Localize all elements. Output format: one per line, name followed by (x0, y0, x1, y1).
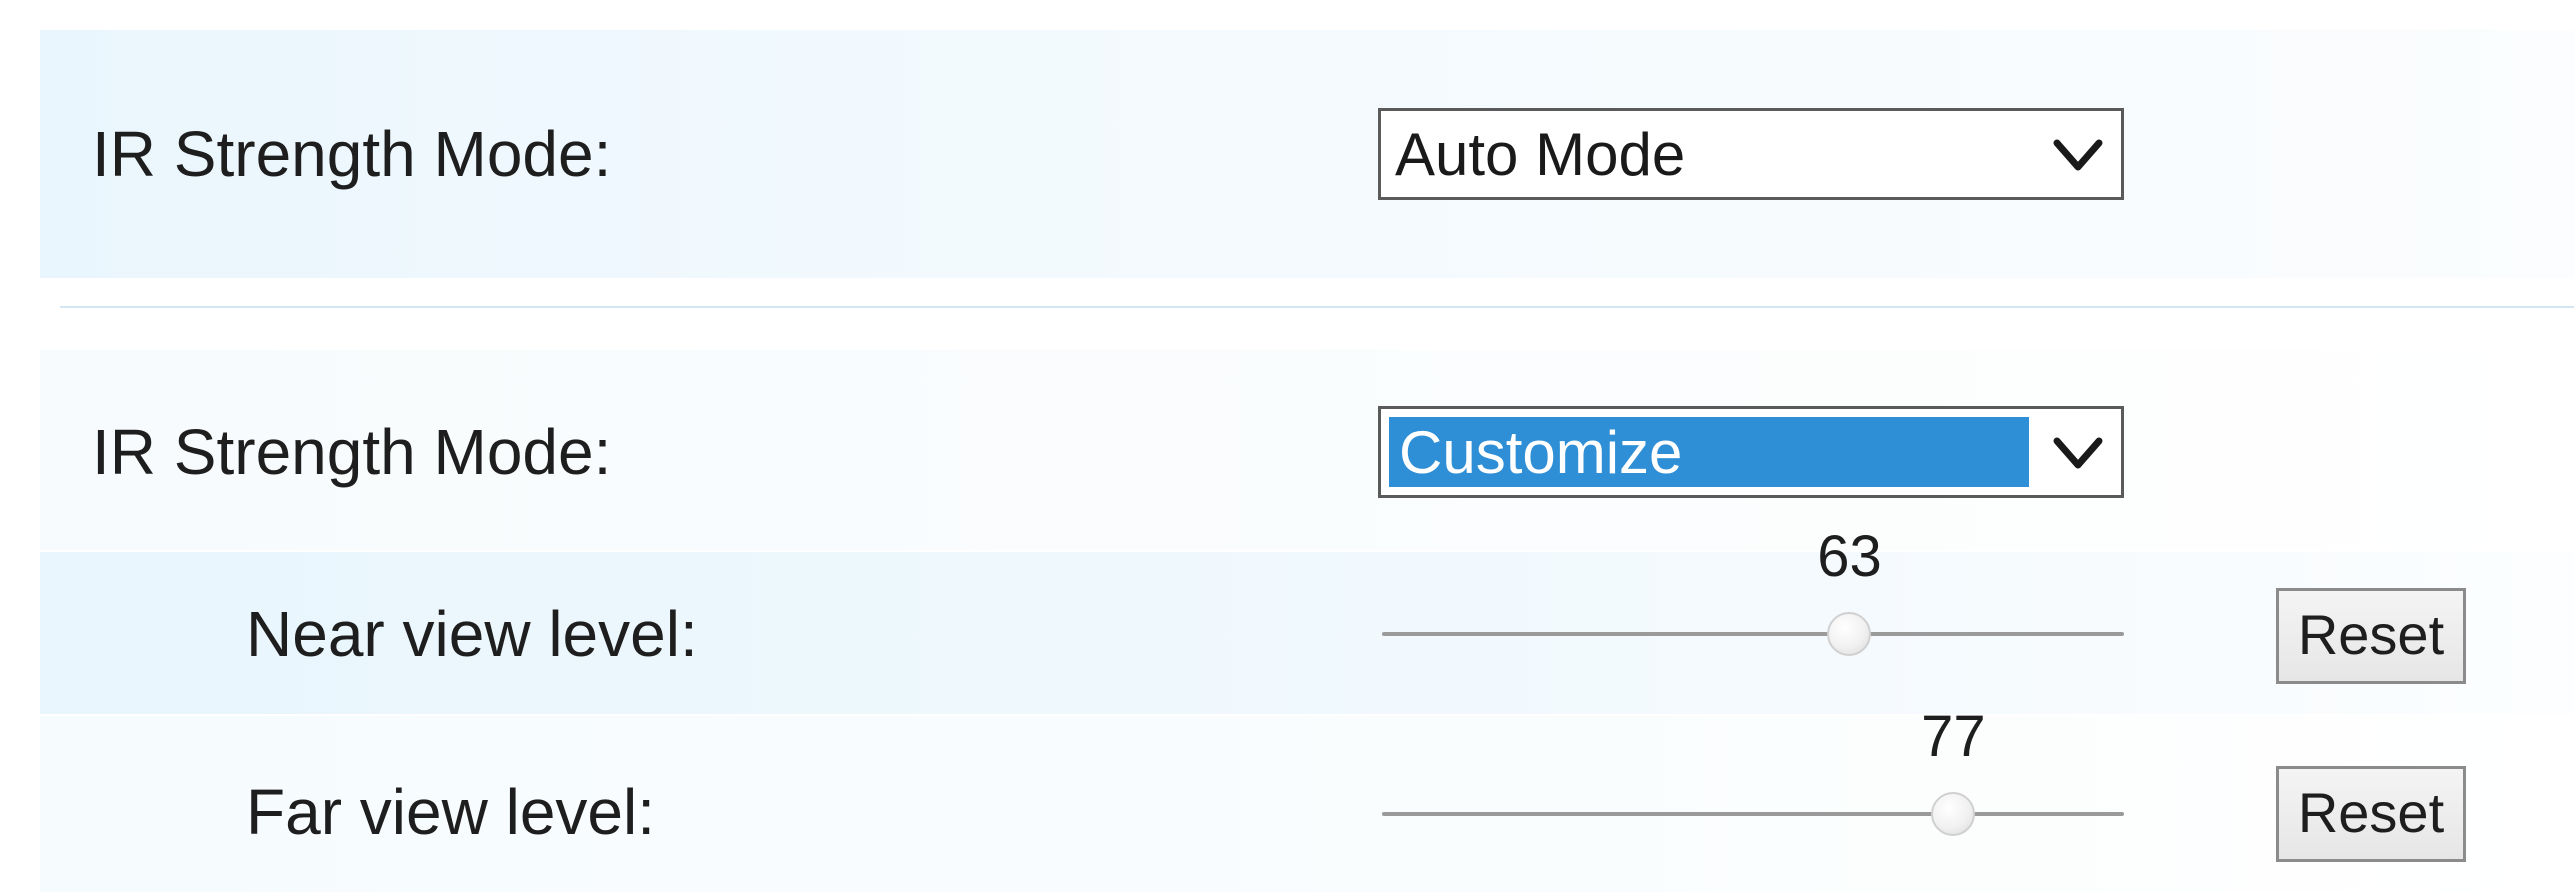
far-view-reset-button[interactable]: Reset (2276, 766, 2466, 862)
slider-track[interactable] (1382, 632, 2124, 636)
slider-thumb[interactable] (1827, 612, 1872, 656)
select-value: Auto Mode (1395, 121, 1686, 188)
slider-thumb[interactable] (1931, 792, 1976, 836)
ir-settings-panel: IR Strength Mode: Auto Mode IR Strength … (0, 0, 2574, 892)
far-view-level-slider[interactable]: 77 (1382, 704, 2124, 844)
ir-strength-mode-label: IR Strength Mode: (92, 118, 612, 190)
slider-value: 77 (1921, 704, 1986, 769)
ir-strength-mode-select[interactable]: Customize (1378, 406, 2124, 498)
near-view-reset-button[interactable]: Reset (2276, 588, 2466, 684)
ir-strength-mode-select[interactable]: Auto Mode (1378, 108, 2124, 200)
near-view-level-label: Near view level: (246, 598, 698, 670)
section-divider (60, 306, 2574, 308)
slider-track[interactable] (1382, 812, 2124, 816)
select-value: Customize (1399, 419, 1683, 486)
ir-strength-mode-label: IR Strength Mode: (92, 416, 612, 488)
near-view-level-slider[interactable]: 63 (1382, 524, 2124, 664)
chevron-down-icon (2053, 139, 2103, 171)
far-view-level-label: Far view level: (246, 776, 655, 848)
slider-value: 63 (1817, 524, 1882, 589)
chevron-down-icon (2053, 437, 2103, 469)
